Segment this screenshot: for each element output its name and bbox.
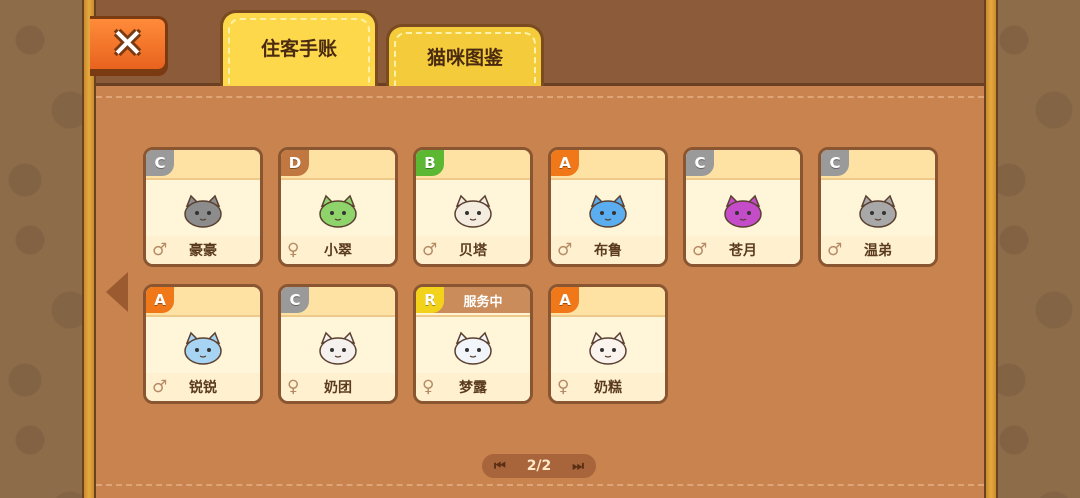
rarity-badge: A xyxy=(146,287,174,313)
male-icon: ♂ xyxy=(422,240,438,260)
cat-name: 贝塔 xyxy=(459,243,487,259)
sleepy-gray-cat-icon xyxy=(859,194,897,228)
cat-card[interactable]: D ♀ 小翠 xyxy=(278,147,398,267)
tab-label: 住客手账 xyxy=(260,38,337,60)
cat-name: 豪豪 xyxy=(189,243,217,259)
white-cat-icon xyxy=(319,331,357,365)
ice-blue-cat-icon xyxy=(184,331,222,365)
frame-rail-left xyxy=(82,0,96,498)
card-footer: ♂ 豪豪 xyxy=(146,236,260,264)
cat-name: 布鲁 xyxy=(594,243,622,259)
tab-guest-journal[interactable]: 住客手账 xyxy=(220,10,378,86)
card-footer: ♂ 贝塔 xyxy=(416,236,530,264)
card-footer: ♀ 奶团 xyxy=(281,373,395,401)
cat-card[interactable]: C ♀ 奶团 xyxy=(278,284,398,404)
female-icon: ♀ xyxy=(287,377,300,397)
cat-name: 奶糕 xyxy=(594,380,622,396)
female-icon: ♀ xyxy=(422,377,435,397)
rarity-badge: C xyxy=(821,150,849,176)
cat-name: 小翠 xyxy=(324,243,352,259)
close-button[interactable]: ✕ xyxy=(90,16,168,72)
cat-name: 锐锐 xyxy=(189,380,217,396)
male-icon: ♂ xyxy=(827,240,843,260)
male-icon: ♂ xyxy=(557,240,573,260)
close-icon: ✕ xyxy=(110,21,145,67)
card-footer: ♂ 布鲁 xyxy=(551,236,665,264)
gray-tabby-cat-icon xyxy=(184,194,222,228)
cat-card[interactable]: B ♂ 贝塔 xyxy=(413,147,533,267)
card-footer: ♀ 奶糕 xyxy=(551,373,665,401)
male-icon: ♂ xyxy=(692,240,708,260)
cat-card[interactable]: C ♂ 温弟 xyxy=(818,147,938,267)
male-icon: ♂ xyxy=(152,377,168,397)
card-footer: ♂ 锐锐 xyxy=(146,373,260,401)
card-footer: ♂ 温弟 xyxy=(821,236,935,264)
cat-name: 奶团 xyxy=(324,380,352,396)
rarity-badge: A xyxy=(551,150,579,176)
next-page-icon[interactable]: ⏭ xyxy=(572,459,584,474)
first-page-icon[interactable]: ⏮ xyxy=(494,459,506,474)
rarity-badge: C xyxy=(686,150,714,176)
rarity-badge: C xyxy=(146,150,174,176)
tab-label: 猫咪图鉴 xyxy=(426,47,503,69)
green-parrot-cat-icon xyxy=(319,194,357,228)
card-footer: ♀ 梦露 xyxy=(416,373,530,401)
cat-card[interactable]: A ♂ 布鲁 xyxy=(548,147,668,267)
cat-card[interactable]: C ♂ 苍月 xyxy=(683,147,803,267)
pager: ⏮ 2/2 ⏭ xyxy=(482,454,596,478)
blue-white-cat-icon xyxy=(589,194,627,228)
cat-name: 梦露 xyxy=(459,380,487,396)
card-footer: ♂ 苍月 xyxy=(686,236,800,264)
cat-card[interactable]: 服务中 R ♀ 梦露 xyxy=(413,284,533,404)
male-icon: ♂ xyxy=(152,240,168,260)
siamese-cat-icon xyxy=(454,194,492,228)
card-footer: ♀ 小翠 xyxy=(281,236,395,264)
white-fluffy-cat-icon xyxy=(454,331,492,365)
rarity-badge: D xyxy=(281,150,309,176)
cat-card[interactable]: A ♀ 奶糕 xyxy=(548,284,668,404)
tab-cat-encyclopedia[interactable]: 猫咪图鉴 xyxy=(386,24,544,86)
female-icon: ♀ xyxy=(287,240,300,260)
frame-rail-right xyxy=(984,0,998,498)
cat-card[interactable]: A ♂ 锐锐 xyxy=(143,284,263,404)
page-indicator: 2/2 xyxy=(526,458,552,474)
rarity-badge: C xyxy=(281,287,309,313)
left-arrow-icon[interactable] xyxy=(106,272,128,312)
rarity-badge: B xyxy=(416,150,444,176)
right-wallpaper xyxy=(984,0,1080,498)
status-badge: 服务中 xyxy=(463,294,503,310)
white-cream-cat-icon xyxy=(589,331,627,365)
cat-card[interactable]: C ♂ 豪豪 xyxy=(143,147,263,267)
female-icon: ♀ xyxy=(557,377,570,397)
rarity-badge: R xyxy=(416,287,444,313)
cat-name: 苍月 xyxy=(729,243,757,259)
rarity-badge: A xyxy=(551,287,579,313)
purple-spiky-cat-icon xyxy=(724,194,762,228)
cat-name: 温弟 xyxy=(864,243,892,259)
